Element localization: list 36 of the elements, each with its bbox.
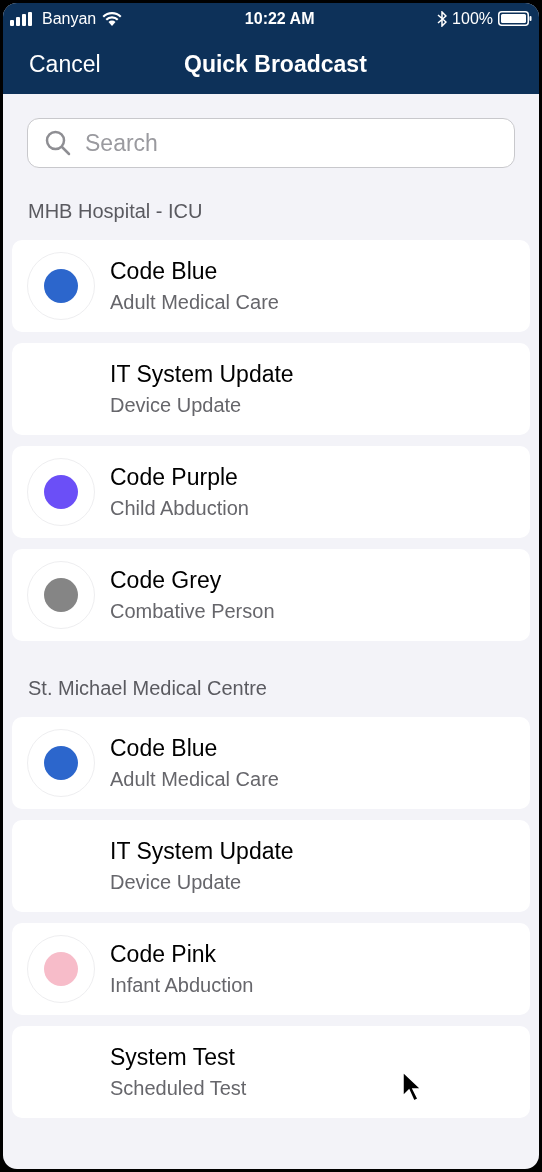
battery-icon bbox=[498, 11, 532, 26]
item-subtitle: Adult Medical Care bbox=[110, 290, 279, 315]
item-subtitle: Infant Abduction bbox=[110, 973, 254, 998]
status-time: 10:22 AM bbox=[244, 8, 315, 29]
carrier-name: Banyan bbox=[42, 8, 97, 29]
cancel-button[interactable]: Cancel bbox=[29, 46, 101, 82]
section-header: St. Michael Medical Centre bbox=[27, 676, 268, 701]
broadcast-item[interactable]: Code Grey Combative Person bbox=[12, 549, 530, 641]
search-icon bbox=[45, 130, 71, 156]
bluetooth-icon bbox=[437, 10, 448, 27]
broadcast-item[interactable]: Code Blue Adult Medical Care bbox=[12, 717, 530, 809]
item-subtitle: Adult Medical Care bbox=[110, 767, 279, 792]
battery-percent: 100% bbox=[452, 8, 493, 29]
broadcast-item[interactable]: IT System Update Device Update bbox=[12, 820, 530, 912]
broadcast-item[interactable]: Code Blue Adult Medical Care bbox=[12, 240, 530, 332]
item-subtitle: Device Update bbox=[110, 870, 243, 895]
broadcast-item[interactable]: Code Pink Infant Abduction bbox=[12, 923, 530, 1015]
item-title: Code Purple bbox=[110, 463, 239, 492]
item-subtitle: Scheduled Test bbox=[110, 1076, 247, 1101]
search-field[interactable]: Search bbox=[27, 118, 515, 168]
item-subtitle: Device Update bbox=[110, 393, 243, 418]
screen-title: Quick Broadcast bbox=[184, 49, 367, 79]
item-title: System Test bbox=[110, 1043, 236, 1072]
broadcast-item[interactable]: System Test Scheduled Test bbox=[12, 1026, 530, 1118]
item-subtitle: Child Abduction bbox=[110, 496, 249, 521]
item-subtitle: Combative Person bbox=[110, 599, 275, 624]
section-header: MHB Hospital - ICU bbox=[27, 199, 204, 224]
item-title: Code Pink bbox=[110, 940, 218, 969]
item-title: IT System Update bbox=[110, 837, 294, 866]
item-title: Code Blue bbox=[110, 257, 219, 286]
broadcast-item[interactable]: Code Purple Child Abduction bbox=[12, 446, 530, 538]
item-title: Code Grey bbox=[110, 566, 223, 595]
wifi-icon bbox=[102, 11, 123, 26]
broadcast-item[interactable]: IT System Update Device Update bbox=[12, 343, 530, 435]
item-title: Code Blue bbox=[110, 734, 219, 763]
item-title: IT System Update bbox=[110, 360, 294, 389]
